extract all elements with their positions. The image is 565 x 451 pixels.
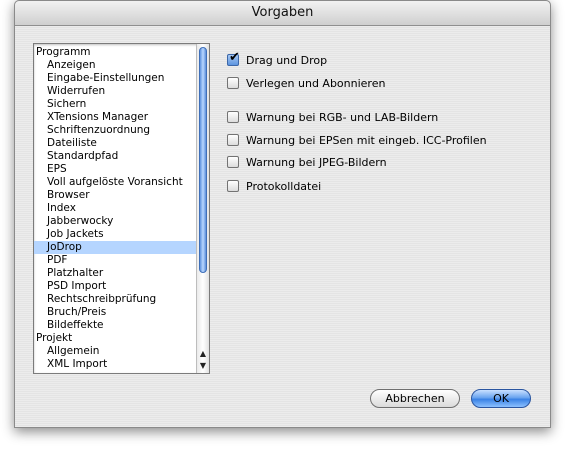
option-row[interactable]: Warnung bei JPEG-Bildern	[227, 155, 387, 171]
category-item[interactable]: PSD Import	[34, 280, 196, 293]
category-item[interactable]: Browser	[34, 189, 196, 202]
scrollbar-thumb[interactable]	[199, 47, 207, 273]
title-bar[interactable]: Vorgaben	[15, 1, 550, 26]
category-item[interactable]: Bildeffekte	[34, 319, 196, 332]
option-label: Warnung bei JPEG-Bildern	[246, 156, 387, 169]
cancel-button[interactable]: Abbrechen	[370, 389, 460, 408]
option-label: Protokolldatei	[246, 180, 322, 193]
category-item[interactable]: Sichern	[34, 98, 196, 111]
option-row[interactable]: Verlegen und Abonnieren	[227, 76, 385, 92]
scroll-up-arrow-icon[interactable]: ▲	[197, 348, 209, 360]
category-item[interactable]: Voll aufgelöste Voransicht	[34, 176, 196, 189]
option-checkbox[interactable]	[227, 180, 239, 192]
category-item[interactable]: Standardpfad	[34, 150, 196, 163]
category-group-header[interactable]: Projekt	[34, 332, 196, 345]
category-item[interactable]: EPS	[34, 163, 196, 176]
category-item[interactable]: Eingabe-Einstellungen	[34, 72, 196, 85]
preferences-category-list[interactable]: Programm Anzeigen Eingabe-Einstellungen Wid…	[33, 43, 210, 374]
category-item[interactable]: Index	[34, 202, 196, 215]
category-item[interactable]: Dateiliste	[34, 137, 196, 150]
option-label: Warnung bei RGB- und LAB-Bildern	[246, 111, 439, 124]
option-checkbox[interactable]: ✔	[227, 50, 240, 66]
category-item[interactable]: Bruch/Preis	[34, 306, 196, 319]
option-row[interactable]: ✔ Drag und Drop	[227, 50, 328, 69]
category-item[interactable]: Platzhalter	[34, 267, 196, 280]
option-row[interactable]: Warnung bei RGB- und LAB-Bildern	[227, 110, 438, 126]
option-row[interactable]: Warnung bei EPSen mit eingeb. ICC-Profil…	[227, 133, 487, 149]
option-checkbox[interactable]	[227, 77, 239, 89]
option-checkbox[interactable]	[227, 156, 239, 168]
checkmark-icon: ✔	[229, 50, 240, 65]
category-item[interactable]: JoDrop	[34, 241, 196, 254]
category-item[interactable]: Job Jackets	[34, 228, 196, 241]
scroll-down-arrow-icon[interactable]: ▼	[197, 360, 209, 372]
option-label: Warnung bei EPSen mit eingeb. ICC-Profil…	[246, 134, 487, 147]
category-item[interactable]: Schriftenzuordnung	[34, 124, 196, 137]
option-label: Drag und Drop	[246, 54, 328, 67]
preferences-dialog: Vorgaben Programm Anzeigen Eingabe-Einstel…	[14, 0, 551, 428]
category-group-header[interactable]: Programm	[34, 46, 196, 59]
category-item[interactable]: PDF	[34, 254, 196, 267]
category-item[interactable]: Widerrufen	[34, 85, 196, 98]
scrollbar[interactable]: ▲ ▼	[196, 44, 209, 373]
option-checkbox[interactable]	[227, 134, 239, 146]
category-item[interactable]: XML Import	[34, 358, 196, 371]
ok-button[interactable]: OK	[471, 389, 531, 408]
option-label: Verlegen und Abonnieren	[246, 77, 386, 90]
option-row[interactable]: Protokolldatei	[227, 179, 321, 195]
category-item[interactable]: Rechtschreibprüfung	[34, 293, 196, 306]
category-list-body: Programm Anzeigen Eingabe-Einstellungen Wid…	[34, 44, 196, 373]
category-item[interactable]: Anzeigen	[34, 59, 196, 72]
option-checkbox[interactable]	[227, 111, 239, 123]
window-title: Vorgaben	[251, 5, 314, 20]
category-item[interactable]: Allgemein	[34, 345, 196, 358]
category-item[interactable]: XTensions Manager	[34, 111, 196, 124]
category-item[interactable]: Jabberwocky	[34, 215, 196, 228]
